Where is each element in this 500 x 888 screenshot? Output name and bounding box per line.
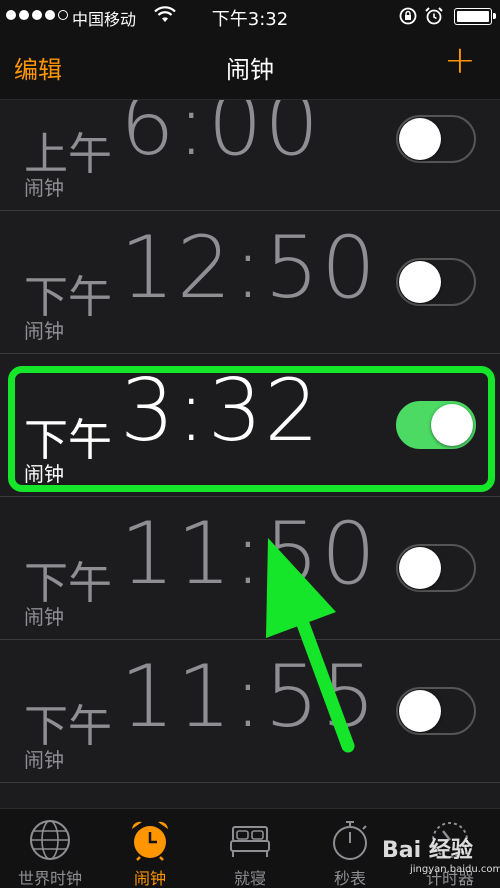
alarm-label: 闹钟 <box>24 319 64 343</box>
alarm-time: 3:32 <box>120 361 322 461</box>
alarm-row-4[interactable]: 下午 11:50 闹钟 <box>0 497 500 640</box>
toggle-knob <box>399 118 441 160</box>
alarm-time: 6:00 <box>120 100 322 175</box>
alarm-label: 闹钟 <box>24 462 64 486</box>
battery-icon <box>454 8 496 25</box>
alarm-label: 闹钟 <box>24 748 64 772</box>
tab-label: 闹钟 <box>133 869 166 888</box>
alarm-toggle[interactable] <box>396 258 476 306</box>
globe-icon <box>30 820 70 860</box>
alarm-row-5[interactable]: 下午 11:55 闹钟 <box>0 640 500 783</box>
tab-bedtime[interactable]: 就寝 <box>200 809 300 888</box>
alarm-row-1[interactable]: 上午 6:00 闹钟 <box>0 100 500 211</box>
orientation-lock-icon <box>398 6 418 30</box>
alarm-time: 12:50 <box>120 218 378 318</box>
alarm-status-icon <box>424 6 444 30</box>
status-bar: 中国移动 下午3:32 <box>0 0 500 34</box>
alarm-toggle[interactable] <box>396 401 476 449</box>
tab-label: 世界时钟 <box>17 869 82 888</box>
stopwatch-icon <box>333 821 367 860</box>
alarm-list: 上午 6:00 闹钟 下午 12:50 闹钟 下午 3:32 闹钟 下午 11:… <box>0 100 500 808</box>
alarm-time: 11:55 <box>120 647 378 747</box>
alarm-label: 闹钟 <box>24 605 64 629</box>
toggle-knob <box>399 261 441 303</box>
toggle-knob <box>399 690 441 732</box>
tab-world-clock[interactable]: 世界时钟 <box>0 809 100 888</box>
watermark-brand: Bai 经验 <box>382 838 473 863</box>
toggle-knob <box>431 404 473 446</box>
alarm-toggle[interactable] <box>396 544 476 592</box>
alarm-row-3[interactable]: 下午 3:32 闹钟 <box>0 354 500 497</box>
alarm-clock-icon <box>132 821 168 861</box>
tab-alarm[interactable]: 闹钟 <box>100 809 200 888</box>
tab-label: 就寝 <box>233 869 266 888</box>
alarm-toggle[interactable] <box>396 115 476 163</box>
baidu-jingyan-watermark: Bai 经验 jingyan.baidu.com <box>382 832 500 875</box>
bed-icon <box>230 826 270 857</box>
alarm-label: 闹钟 <box>24 176 64 200</box>
watermark-url: jingyan.baidu.com <box>410 864 500 875</box>
page-title: 闹钟 <box>226 56 274 84</box>
alarm-time: 11:50 <box>120 504 378 604</box>
navigation-bar: 编辑 闹钟 + <box>0 34 500 100</box>
alarm-toggle[interactable] <box>396 687 476 735</box>
toggle-knob <box>399 547 441 589</box>
add-alarm-button[interactable]: + <box>444 38 476 82</box>
alarm-row-2[interactable]: 下午 12:50 闹钟 <box>0 211 500 354</box>
